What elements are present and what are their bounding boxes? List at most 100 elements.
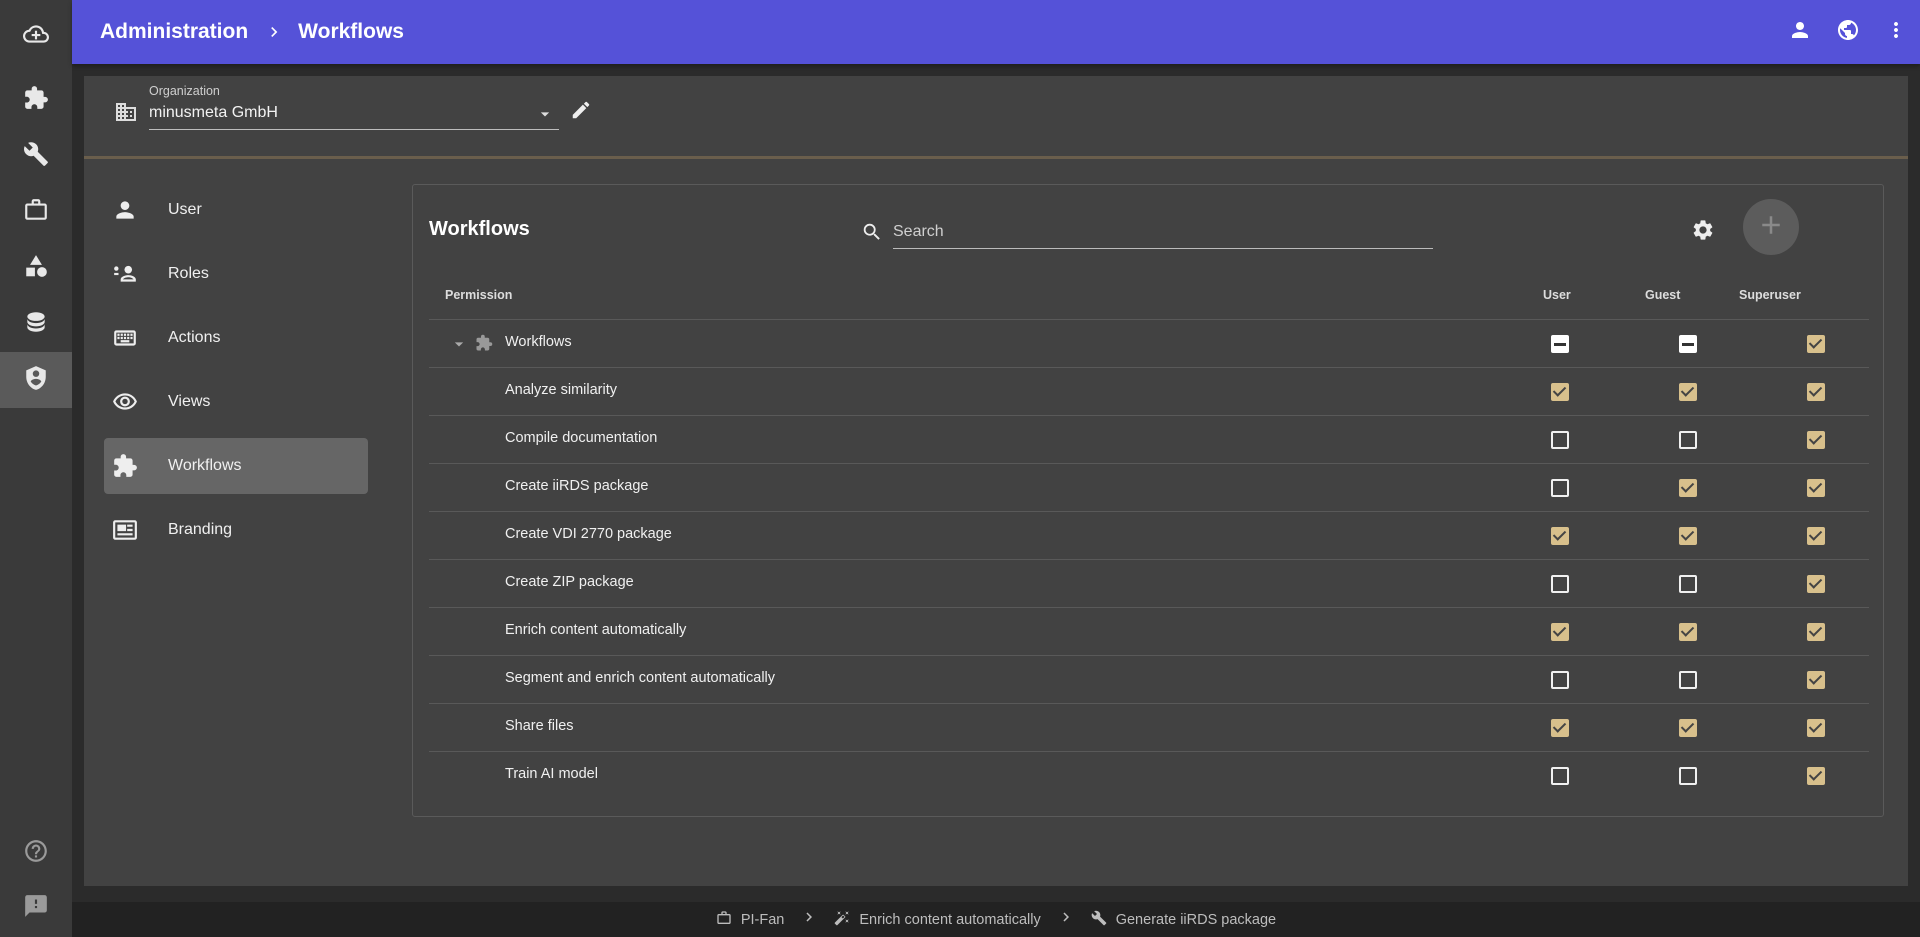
wrench-icon [1091,910,1116,930]
rail-taxonomy-button[interactable] [0,240,72,296]
nav-item-user[interactable]: User [104,182,368,238]
guest-checkbox[interactable] [1679,623,1697,641]
more-vert-icon [1884,18,1908,47]
search-input[interactable] [893,215,1433,248]
column-header-guest[interactable]: Guest [1645,288,1680,302]
pencil-icon [570,99,592,126]
group-label: Workflows [505,334,572,350]
gear-icon [1691,218,1715,247]
guest-checkbox[interactable] [1679,479,1697,497]
user-checkbox[interactable] [1551,671,1569,689]
user-checkbox[interactable] [1551,623,1569,641]
table-row: Create iiRDS package [429,464,1869,512]
permission-label: Compile documentation [505,430,658,446]
column-header-permission[interactable]: Permission [445,288,512,302]
superuser-checkbox[interactable] [1807,431,1825,449]
guest-checkbox[interactable] [1679,671,1697,689]
database-icon [23,309,49,340]
edit-organization-button[interactable] [567,98,595,126]
superuser-checkbox[interactable] [1807,671,1825,689]
rail-projects-button[interactable] [0,184,72,240]
footer-crumb-label: Enrich content automatically [859,911,1041,928]
rail-workflows-button[interactable] [0,72,72,128]
puzzle-icon [475,334,495,354]
superuser-checkbox[interactable] [1807,623,1825,641]
superuser-checkbox[interactable] [1807,575,1825,593]
eye-icon [112,389,138,415]
table-body: Workflows Analyze similarity Compile docu… [429,320,1869,800]
superuser-checkbox[interactable] [1807,767,1825,785]
permissions-table: Permission User Guest Superuser Workflow… [429,275,1869,800]
table-row: Create ZIP package [429,560,1869,608]
footer-crumb-workflow[interactable]: Enrich content automatically [834,910,1041,930]
guest-checkbox[interactable] [1679,335,1697,353]
organization-select[interactable]: minusmeta GmbH [149,102,559,130]
nav-item-roles[interactable]: Roles [104,246,368,302]
table-row: Train AI model [429,752,1869,800]
nav-item-branding[interactable]: Branding [104,502,368,558]
guest-checkbox[interactable] [1679,431,1697,449]
nav-item-label: Workflows [168,457,242,474]
add-workflow-button[interactable] [1743,199,1799,255]
column-header-superuser[interactable]: Superuser [1739,288,1801,302]
shapes-icon [23,253,49,284]
account-icon [1788,18,1812,47]
language-button[interactable] [1824,8,1872,56]
chevron-right-icon [264,22,284,42]
rail-data-button[interactable] [0,296,72,352]
permission-label: Share files [505,718,574,734]
panel-title: Workflows [429,218,530,240]
user-checkbox[interactable] [1551,527,1569,545]
rail-help-button[interactable] [0,825,72,881]
plus-icon [1756,210,1786,245]
nav-item-label: Actions [168,329,221,346]
footer-crumb-task[interactable]: Generate iiRDS package [1091,910,1276,930]
user-checkbox[interactable] [1551,335,1569,353]
footer-crumb-project[interactable]: PI-Fan [716,910,784,930]
roles-icon [112,261,138,287]
superuser-checkbox[interactable] [1807,479,1825,497]
rail-feedback-button[interactable] [0,880,72,936]
nav-item-views[interactable]: Views [104,374,368,430]
table-row: Create VDI 2770 package [429,512,1869,560]
rail-tools-button[interactable] [0,128,72,184]
section-divider [84,156,1908,159]
table-settings-button[interactable] [1689,218,1717,246]
puzzle-icon [112,453,138,479]
magic-wand-icon [834,910,859,930]
workflows-panel: Workflows Permission User Guest Superuse… [412,184,1884,817]
user-checkbox[interactable] [1551,479,1569,497]
superuser-checkbox[interactable] [1807,335,1825,353]
chevron-right-icon [800,908,818,931]
superuser-checkbox[interactable] [1807,527,1825,545]
user-checkbox[interactable] [1551,719,1569,737]
context-footer: PI-Fan Enrich content automatically Gene… [72,902,1920,937]
guest-checkbox[interactable] [1679,767,1697,785]
guest-checkbox[interactable] [1679,527,1697,545]
guest-checkbox[interactable] [1679,383,1697,401]
permission-label: Create ZIP package [505,574,634,590]
user-checkbox[interactable] [1551,383,1569,401]
nav-item-workflows[interactable]: Workflows [104,438,368,494]
rail-administration-button[interactable] [0,352,72,408]
breadcrumb-administration[interactable]: Administration [100,20,248,44]
expand-more-icon[interactable] [449,334,469,354]
guest-checkbox[interactable] [1679,719,1697,737]
table-row: Compile documentation [429,416,1869,464]
user-checkbox[interactable] [1551,431,1569,449]
superuser-checkbox[interactable] [1807,383,1825,401]
user-checkbox[interactable] [1551,767,1569,785]
help-icon [23,838,49,869]
permission-label: Segment and enrich content automatically [505,670,776,686]
home-cloud-button[interactable] [0,8,72,64]
more-button[interactable] [1872,8,1920,56]
nav-item-actions[interactable]: Actions [104,310,368,366]
column-header-user[interactable]: User [1543,288,1571,302]
permission-label: Analyze similarity [505,382,617,398]
language-globe-icon [1836,18,1860,47]
guest-checkbox[interactable] [1679,575,1697,593]
feedback-icon [23,893,49,924]
user-checkbox[interactable] [1551,575,1569,593]
account-button[interactable] [1776,8,1824,56]
superuser-checkbox[interactable] [1807,719,1825,737]
